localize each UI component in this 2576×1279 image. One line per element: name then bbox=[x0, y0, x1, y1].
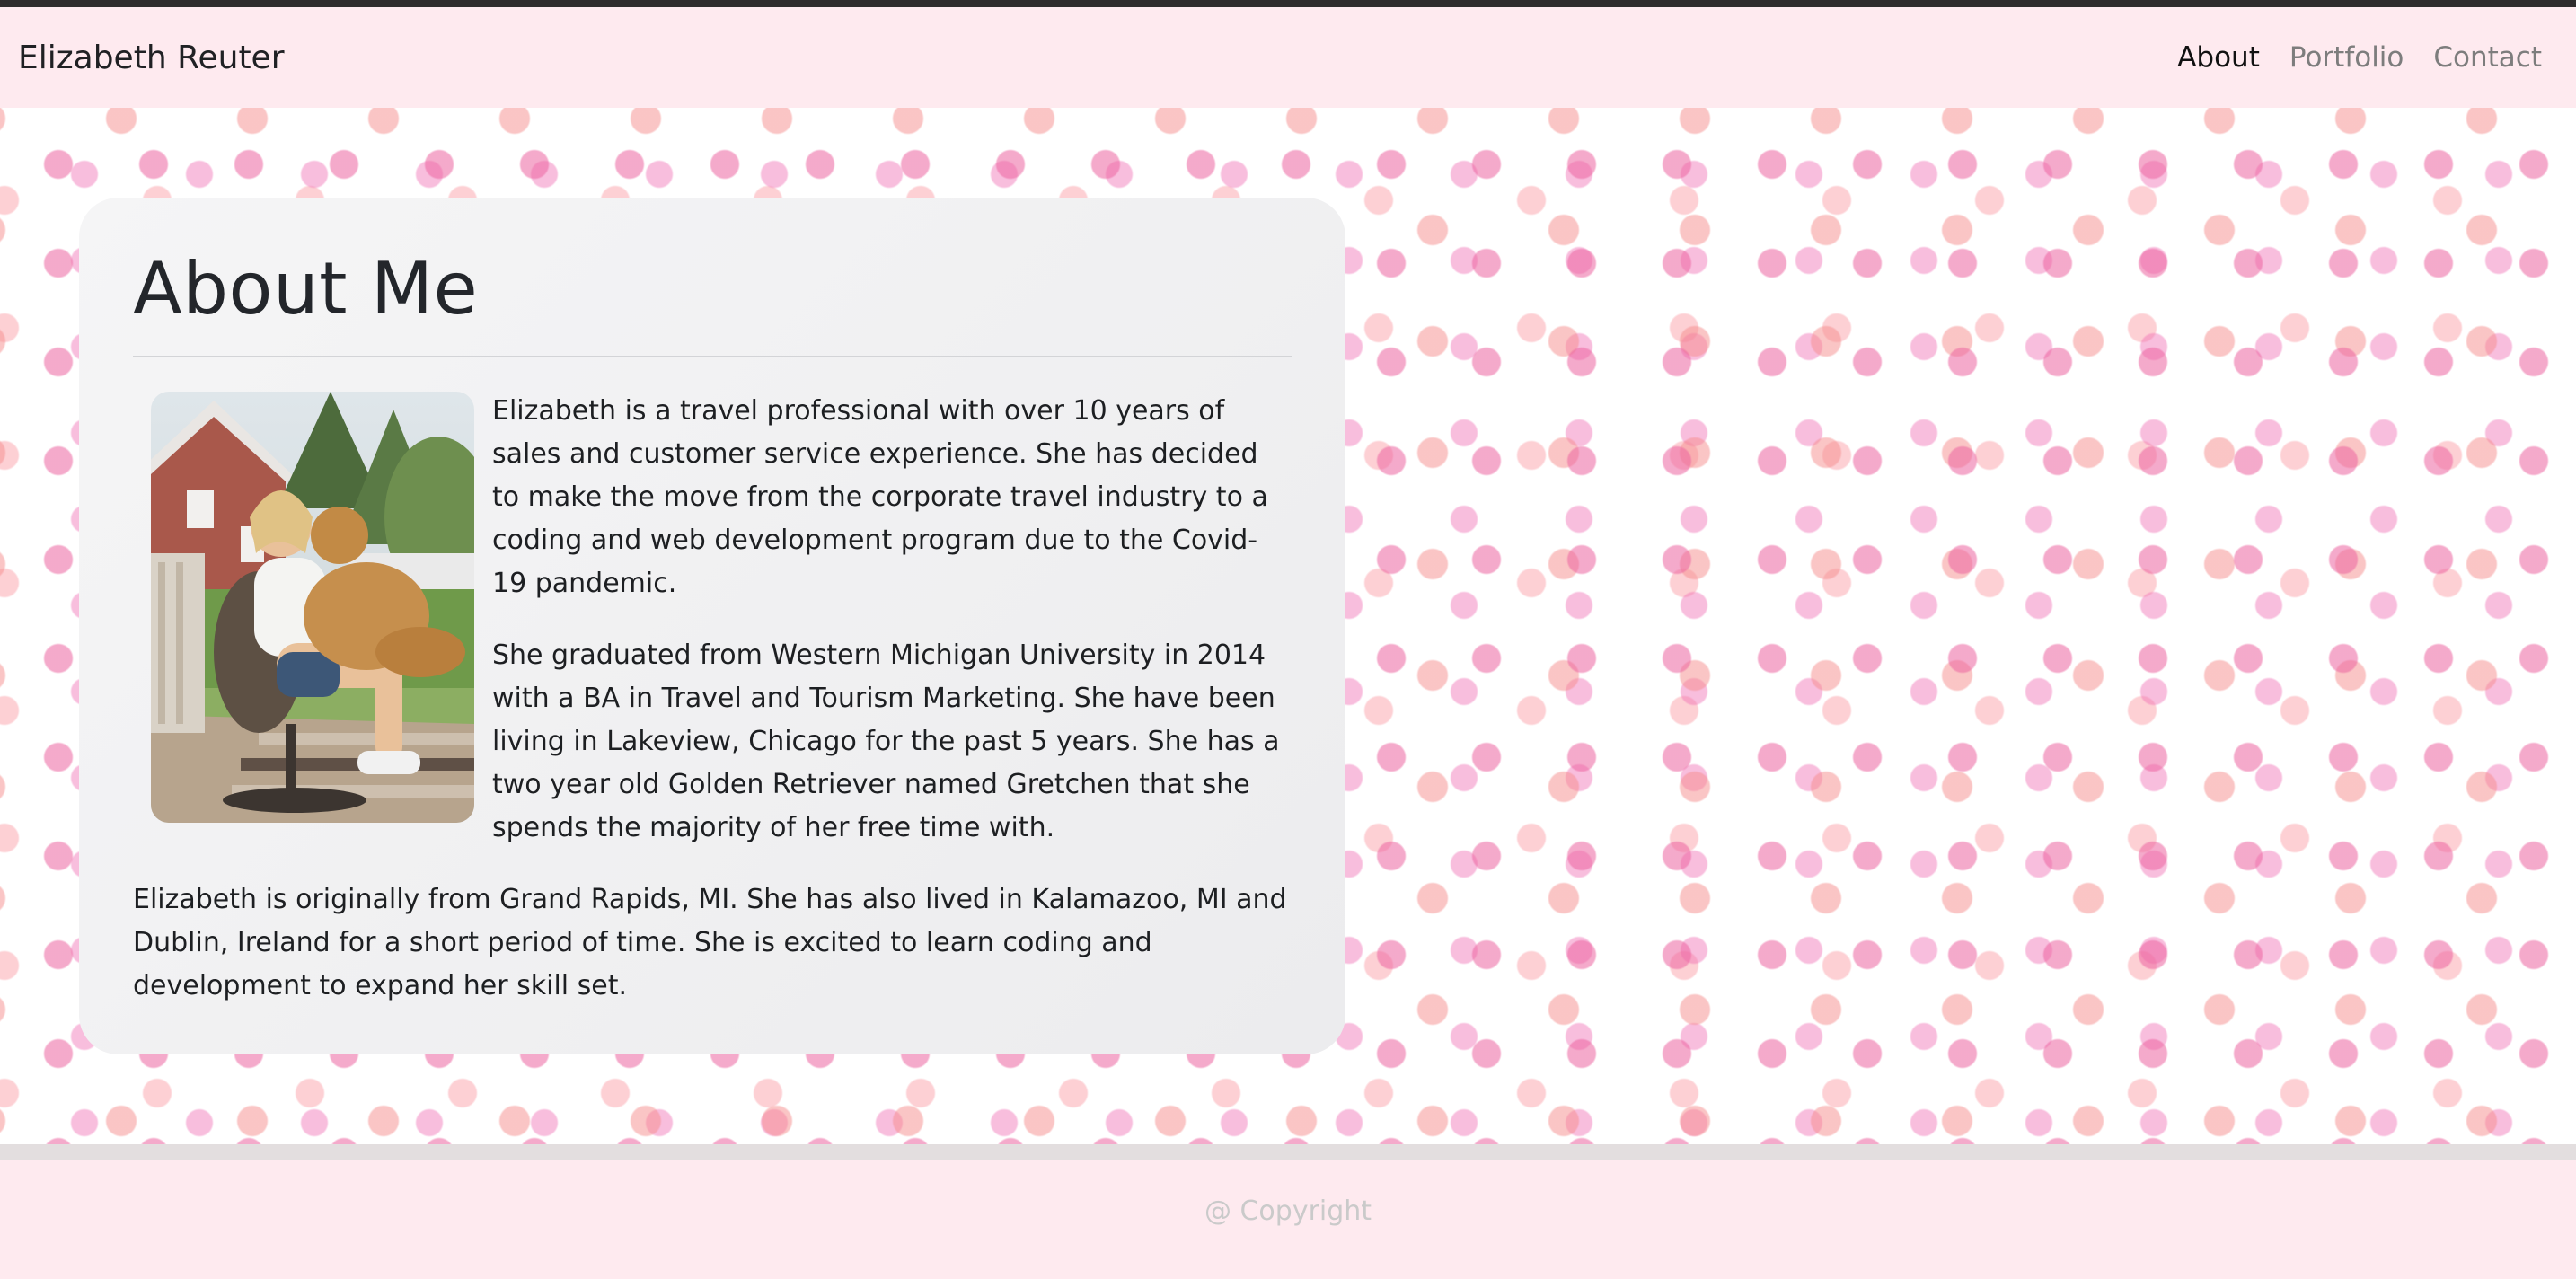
nav-link-portfolio[interactable]: Portfolio bbox=[2289, 41, 2404, 74]
title-divider bbox=[133, 356, 1292, 357]
bio-paragraph-3: Elizabeth is originally from Grand Rapid… bbox=[133, 884, 1287, 1001]
bio-section: Elizabeth is a travel professional with … bbox=[133, 390, 1292, 1008]
footer-divider bbox=[0, 1144, 2576, 1160]
nav-links: About Portfolio Contact bbox=[2177, 41, 2558, 74]
profile-photo bbox=[151, 392, 474, 823]
about-card: About Me Elizabeth is a travel professio… bbox=[79, 198, 1345, 1054]
nav-link-contact[interactable]: Contact bbox=[2433, 41, 2542, 74]
window-top-strip bbox=[0, 0, 2576, 7]
brand-link[interactable]: Elizabeth Reuter bbox=[18, 40, 285, 76]
navbar: Elizabeth Reuter About Portfolio Contact bbox=[0, 7, 2576, 108]
footer: @ Copyright bbox=[0, 1160, 2576, 1279]
nav-link-about[interactable]: About bbox=[2177, 41, 2260, 74]
copyright-text: @ Copyright bbox=[1204, 1195, 1372, 1227]
page-title: About Me bbox=[133, 247, 479, 331]
